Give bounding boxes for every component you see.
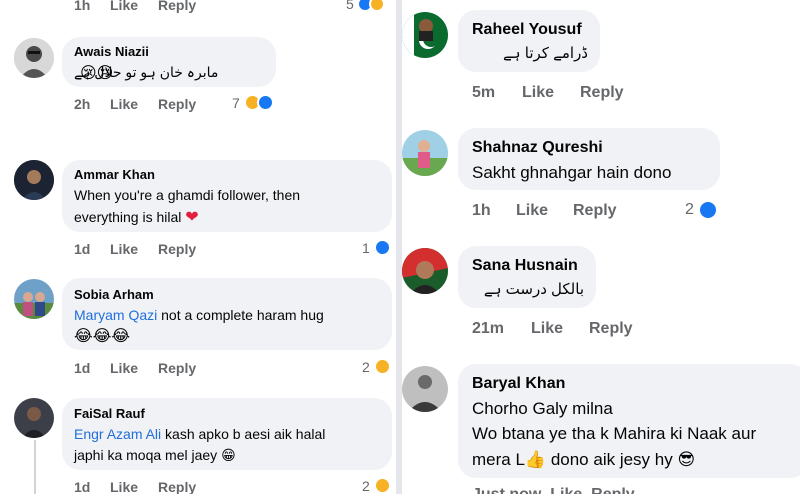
- reply-button[interactable]: Reply: [158, 360, 196, 376]
- comment-time: 5m: [472, 84, 496, 101]
- reply-button[interactable]: Reply: [580, 84, 624, 102]
- haha-reaction-icon: [373, 477, 391, 494]
- comment-time: 1d: [74, 241, 91, 257]
- comment-text: mera L👍 dono aik jesy hy 😎: [472, 450, 696, 470]
- avatar[interactable]: [402, 248, 448, 294]
- comment-bubble: [458, 10, 600, 72]
- avatar-image: [402, 130, 448, 176]
- like-reaction-icon: [373, 239, 391, 256]
- comment-text: بالکل درست ہے: [483, 281, 584, 298]
- heart-icon: ❤: [185, 209, 199, 226]
- reply-button[interactable]: Reply: [158, 0, 196, 13]
- comment-bubble: [458, 246, 596, 308]
- like-button[interactable]: Like: [516, 202, 548, 220]
- comment-actions: 1d Like Reply: [74, 241, 274, 259]
- comment-actions: 1d Like Reply: [74, 360, 274, 378]
- comment-time: 1h: [472, 202, 491, 219]
- avatar[interactable]: [402, 130, 448, 176]
- like-button[interactable]: Like: [110, 360, 138, 376]
- comment-actions: 21m Like Reply: [472, 320, 692, 340]
- emoji-icons: 😂😂😂: [74, 326, 131, 345]
- comment-actions: 5m Like Reply: [472, 84, 692, 104]
- left-comments-panel: 1h Like Reply 5 Awais Niazii مابرہ خان ہ…: [0, 0, 396, 494]
- comment-time: 1d: [74, 479, 91, 494]
- comment-author[interactable]: Baryal Khan: [472, 375, 565, 393]
- emoji-icons: 😢😢: [80, 63, 114, 82]
- comment-author[interactable]: Awais Niazii: [74, 44, 149, 59]
- comment-actions-partial: Just now Like Reply: [472, 486, 635, 494]
- comment-text: Wo btana ye tha k Mahira ki Naak aur: [472, 424, 757, 443]
- right-comments-panel: Raheel Yousuf ڈرامے کرتا ہے 5m Like Repl…: [402, 0, 800, 494]
- comment-actions: 1h Like Reply: [472, 202, 692, 222]
- sunglasses-emoji-icon: 😎: [677, 450, 696, 470]
- mention-link[interactable]: Maryam Qazi: [74, 307, 157, 323]
- avatar-image: [402, 366, 448, 412]
- avatar[interactable]: [14, 398, 54, 438]
- comment-text: Maryam Qazi not a complete haram hug: [74, 307, 324, 323]
- avatar-image: [402, 12, 448, 58]
- reply-button[interactable]: Reply: [158, 479, 196, 494]
- comment-author[interactable]: Shahnaz Qureshi: [472, 139, 603, 157]
- reply-button[interactable]: Reply: [589, 320, 633, 338]
- reaction-count[interactable]: 1: [362, 239, 391, 256]
- reply-thread-line: [34, 440, 36, 494]
- avatar-image: [14, 160, 54, 200]
- comment-text: everything is hilal ❤: [74, 209, 199, 226]
- avatar-image: [14, 398, 54, 438]
- avatar[interactable]: [402, 12, 448, 58]
- like-button[interactable]: Like: [110, 0, 138, 13]
- comment-time: 2h: [74, 96, 91, 112]
- reply-button[interactable]: Reply: [158, 96, 196, 112]
- comment-author[interactable]: Raheel Yousuf: [472, 21, 582, 39]
- comment-author[interactable]: Sana Husnain: [472, 257, 578, 275]
- reply-button[interactable]: Reply: [158, 241, 196, 257]
- like-button[interactable]: Like: [110, 241, 138, 257]
- comment-time: 1d: [74, 360, 91, 376]
- avatar[interactable]: [402, 366, 448, 412]
- like-button[interactable]: Like: [110, 479, 138, 494]
- comment-text: japhi ka moqa mel jaey 😁: [74, 447, 236, 464]
- reply-button[interactable]: Reply: [573, 202, 617, 220]
- like-button[interactable]: Like: [110, 96, 138, 112]
- reaction-count[interactable]: 2: [362, 477, 391, 494]
- grin-emoji-icon: 😁: [221, 448, 236, 464]
- reaction-count[interactable]: 2: [685, 200, 718, 220]
- haha-reaction-icon: [368, 0, 385, 12]
- reaction-count[interactable]: 2: [362, 358, 391, 375]
- comment-text: Engr Azam Ali kash apko b aesi aik halal: [74, 426, 326, 442]
- avatar[interactable]: [14, 279, 54, 319]
- avatar-image: [14, 279, 54, 319]
- mention-link[interactable]: Engr Azam Ali: [74, 426, 161, 442]
- like-button[interactable]: Like: [522, 84, 554, 102]
- comment-actions: 1d Like Reply: [74, 479, 274, 494]
- avatar-image: [402, 248, 448, 294]
- comment-time: 21m: [472, 320, 505, 337]
- comment-time: 1h: [74, 0, 91, 13]
- comment-text: Sakht ghnahgar hain dono: [472, 163, 672, 182]
- comment-author[interactable]: FaiSal Rauf: [74, 406, 145, 421]
- avatar-image: [14, 38, 54, 78]
- avatar[interactable]: [14, 160, 54, 200]
- like-reaction-icon: [256, 94, 274, 111]
- reaction-count[interactable]: 7: [232, 94, 274, 111]
- comment-text: Chorho Galy milna: [472, 399, 613, 418]
- reaction-count[interactable]: 5: [346, 0, 385, 12]
- haha-reaction-icon: [373, 358, 391, 375]
- like-button[interactable]: Like: [531, 320, 563, 338]
- finger-emoji-icon: 👍: [524, 450, 547, 470]
- comment-author[interactable]: Ammar Khan: [74, 167, 155, 182]
- like-reaction-icon: [697, 200, 718, 220]
- comment-author[interactable]: Sobia Arham: [74, 287, 154, 302]
- comment-text: ڈرامے کرتا ہے: [503, 45, 588, 62]
- avatar[interactable]: [14, 38, 54, 78]
- comment-text: When you're a ghamdi follower, then: [74, 187, 301, 203]
